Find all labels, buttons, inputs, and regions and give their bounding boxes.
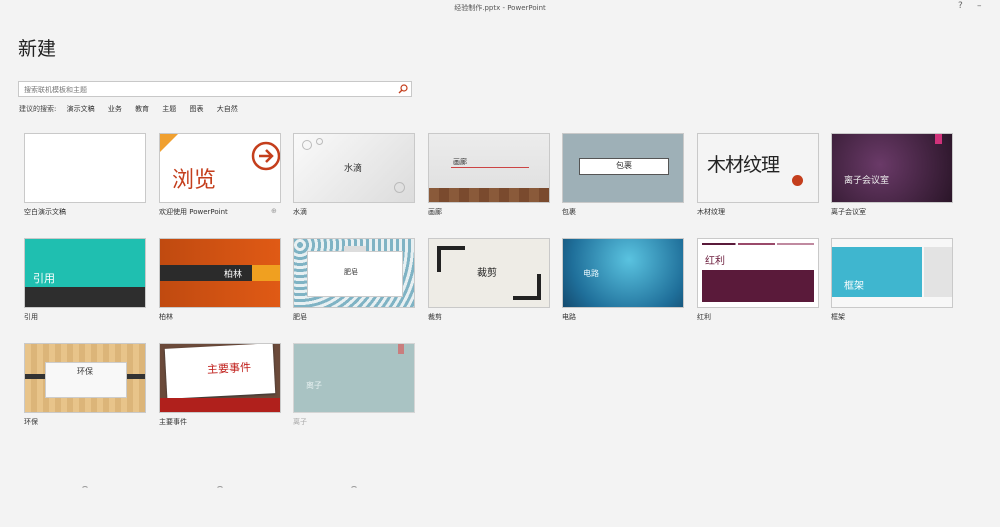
- search-icon[interactable]: [398, 84, 408, 94]
- template-caption: 水滴: [293, 208, 307, 216]
- thumb-text: 环保: [77, 367, 93, 376]
- template-gallery[interactable]: 画廊: [428, 133, 550, 203]
- template-droplet[interactable]: 水滴: [293, 133, 415, 203]
- minimize-button[interactable]: –: [977, 1, 982, 11]
- side-panel: [924, 247, 952, 297]
- red-band: [160, 398, 280, 412]
- accent-tab: [398, 344, 404, 354]
- template-caption: 画廊: [428, 208, 442, 216]
- help-button[interactable]: ?: [958, 1, 963, 11]
- suggest-link-business[interactable]: 业务: [108, 105, 122, 113]
- thumb-text: 电路: [583, 269, 599, 278]
- template-welcome[interactable]: 浏览: [159, 133, 281, 203]
- accent-tab: [935, 134, 942, 144]
- thumb-text: 框架: [844, 281, 864, 292]
- thumb-text: 离子会议室: [844, 176, 890, 186]
- accent-line: [451, 167, 529, 168]
- template-caption: 引用: [24, 313, 38, 321]
- template-caption: 木材纹理: [697, 208, 725, 216]
- template-caption: 包裹: [562, 208, 576, 216]
- template-caption: 框架: [831, 313, 845, 321]
- template-dividend[interactable]: 红利: [697, 238, 819, 308]
- template-ion[interactable]: 离子: [293, 343, 415, 413]
- thumb-text: 主要事件: [206, 360, 252, 377]
- template-frame[interactable]: 框架: [831, 238, 953, 308]
- search-box[interactable]: 搜索联机模板和主题: [18, 81, 412, 97]
- droplet-shape: [302, 140, 312, 150]
- pin-icon[interactable]: ⊕: [271, 207, 277, 215]
- arrow-right-icon: [251, 141, 280, 171]
- corner-ribbon: [160, 134, 178, 152]
- loading-spinner-icon: [350, 486, 358, 494]
- thumb-text: 包裹: [616, 161, 632, 170]
- thumb-text: 柏林: [224, 270, 243, 280]
- template-caption: 主要事件: [159, 418, 187, 426]
- title-bar: 经验制作.pptx - PowerPoint ? –: [0, 0, 1000, 14]
- template-berlin[interactable]: 柏林: [159, 238, 281, 308]
- dark-band: [25, 287, 145, 307]
- template-main-event[interactable]: 主要事件: [159, 343, 281, 413]
- accent-line: [702, 243, 814, 245]
- template-organic[interactable]: 环保: [24, 343, 146, 413]
- window-title: 经验制作.pptx - PowerPoint: [454, 4, 546, 12]
- suggested-label: 建议的搜索:: [19, 105, 57, 113]
- template-wood-type[interactable]: 木材纹理: [697, 133, 819, 203]
- suggest-link-nature[interactable]: 大自然: [217, 105, 238, 113]
- template-caption: 空白演示文稿: [24, 208, 66, 216]
- search-input[interactable]: 搜索联机模板和主题: [24, 85, 87, 95]
- thumb-text: 红利: [705, 256, 725, 267]
- stamp-shape: [792, 175, 803, 186]
- template-caption: 肥皂: [293, 313, 307, 321]
- tape-shape: [344, 246, 366, 252]
- suggest-link-charts[interactable]: 图表: [190, 105, 204, 113]
- thumb-text: 浏览: [172, 168, 217, 193]
- thumb-text: 引用: [33, 272, 55, 285]
- template-quotable[interactable]: 引用: [24, 238, 146, 308]
- accent-band: [252, 265, 280, 281]
- template-caption: 裁剪: [428, 313, 442, 321]
- template-blank[interactable]: [24, 133, 146, 203]
- thumb-text: 画廊: [453, 158, 467, 166]
- thumb-text: 肥皂: [344, 268, 358, 276]
- thumb-text: 裁剪: [477, 268, 497, 279]
- template-savon[interactable]: 肥皂: [293, 238, 415, 308]
- loading-spinner-icon: [81, 486, 89, 494]
- suggest-link-education[interactable]: 教育: [135, 105, 149, 113]
- template-parcel[interactable]: 包裹: [562, 133, 684, 203]
- droplet-shape: [316, 138, 323, 145]
- template-caption: 欢迎使用 PowerPoint: [159, 208, 228, 216]
- template-circuit[interactable]: 电路: [562, 238, 684, 308]
- thumb-text: 木材纹理: [707, 154, 780, 176]
- wood-floor: [429, 188, 549, 202]
- page-title: 新建: [18, 38, 57, 60]
- template-caption: 电路: [562, 313, 576, 321]
- template-ion-boardroom[interactable]: 离子会议室: [831, 133, 953, 203]
- suggest-link-themes[interactable]: 主题: [162, 105, 176, 113]
- loading-spinner-icon: [216, 486, 224, 494]
- template-caption: 离子: [293, 418, 307, 426]
- crop-mark: [437, 246, 465, 272]
- thumb-text: 离子: [306, 381, 322, 390]
- crop-mark: [513, 274, 541, 300]
- suggest-link-presentations[interactable]: 演示文稿: [67, 105, 95, 113]
- suggested-searches: 建议的搜索: 演示文稿 业务 教育 主题 图表 大自然: [19, 104, 249, 114]
- thumb-text: 水滴: [344, 164, 363, 174]
- template-crop[interactable]: 裁剪: [428, 238, 550, 308]
- color-block: [702, 270, 814, 302]
- droplet-shape: [394, 182, 405, 193]
- template-caption: 柏林: [159, 313, 173, 321]
- template-caption: 离子会议室: [831, 208, 866, 216]
- template-caption: 环保: [24, 418, 38, 426]
- template-caption: 红利: [697, 313, 711, 321]
